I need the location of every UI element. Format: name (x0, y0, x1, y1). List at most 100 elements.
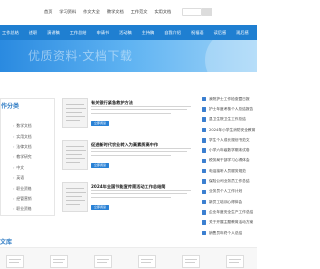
category-item[interactable]: 主持稿 (137, 30, 160, 36)
category-list-label: 职业资格 (16, 206, 32, 212)
article-card[interactable]: 有关银行紧急救护方法 立即阅读 (58, 94, 198, 132)
article-card[interactable]: 2024年全国节能宣传周活动工作总结简 立即阅读 (58, 178, 198, 216)
document-icon (202, 210, 206, 215)
document-title: 我院护士工作检查暨日报 (209, 96, 250, 101)
document-title: 销售员年终个人总结 (209, 230, 243, 235)
nav-item-home[interactable]: 首页 (44, 9, 52, 15)
document-list-item[interactable]: 我院护士工作检查暨日报 (198, 94, 257, 104)
document-list-item[interactable]: 企业年度安全生产工作总结 (198, 207, 257, 217)
category-list-label: 教学研究 (16, 154, 32, 160)
document-list-item[interactable]: 小学六年级数学期末试卷 (198, 145, 257, 155)
document-list-item[interactable]: 新员工培训心得体会 (198, 197, 257, 207)
document-icon (202, 199, 206, 205)
chevron-right-icon: › (13, 134, 15, 139)
category-list-label: 法律文档 (16, 143, 32, 149)
search-button[interactable] (202, 8, 213, 16)
document-icon (202, 168, 206, 174)
document-list-item[interactable]: 护士年度考核个人总结报告 (198, 104, 257, 114)
document-list-item[interactable]: 县卫生院卫生工作总结 (198, 115, 257, 125)
chevron-right-icon: › (13, 124, 15, 129)
chevron-right-icon: › (13, 144, 15, 149)
document-thumbnail[interactable] (226, 255, 244, 268)
category-list-item[interactable]: › 英语 (13, 173, 53, 183)
chevron-right-icon: › (13, 186, 15, 191)
document-thumbnail[interactable] (94, 255, 112, 268)
document-icon (202, 127, 206, 133)
document-list-item[interactable]: 税务局干部学习心得体会 (198, 156, 257, 166)
document-icon (202, 230, 206, 236)
nav-item-practical[interactable]: 实用文档 (154, 9, 171, 15)
category-item[interactable]: 读后感 (209, 30, 232, 36)
document-list-item[interactable]: 保险公司业务员工作总结 (198, 176, 257, 186)
chevron-right-icon: › (13, 196, 15, 201)
chevron-right-icon: › (13, 207, 15, 212)
top-navigation: 首页 学习资料 作文大全 教学文档 工作范文 实用文档 (0, 0, 257, 24)
article-thumbnail (62, 140, 88, 170)
nav-item-teaching[interactable]: 教学文档 (107, 9, 124, 15)
category-panel-title: 作分类 (1, 103, 20, 110)
category-item[interactable]: 工作总结 (65, 30, 92, 36)
category-item[interactable]: 观后感 (231, 30, 254, 36)
document-icon (202, 179, 206, 184)
document-list-item[interactable]: 电话接听人员服务规范 (198, 166, 257, 176)
document-list-item[interactable]: 2024年小学生消防安全教育 (198, 125, 257, 135)
category-list-label: 中文 (16, 164, 24, 170)
document-title: 新员工培训心得体会 (209, 199, 243, 204)
document-list-item[interactable]: 销售员年终个人总结 (198, 228, 257, 238)
library-thumbnails (0, 247, 257, 269)
document-thumbnail[interactable] (6, 255, 24, 268)
article-summary (91, 148, 195, 160)
category-bar: 工作总结 述职 演讲稿 工作总结 申请书 活动稿 主持稿 自我介绍 祝福语 读后… (0, 25, 257, 40)
document-title: 学生个人成长规划书范文 (209, 137, 250, 142)
category-item[interactable]: 自我介绍 (159, 30, 186, 36)
category-list-label: 职业资格 (16, 185, 32, 191)
nav-item-work[interactable]: 工作范文 (131, 9, 148, 15)
category-list-item[interactable]: › 教学研究 (13, 152, 53, 162)
document-title: 护士年度考核个人总结报告 (209, 106, 254, 111)
category-list-item[interactable]: › 职业资格 (13, 183, 53, 193)
document-title: 小学六年级数学期末试卷 (209, 148, 250, 153)
category-list-item[interactable]: › 中文 (13, 163, 53, 173)
nav-item-essays[interactable]: 作文大全 (83, 9, 100, 15)
chevron-right-icon: › (13, 176, 15, 181)
category-item[interactable]: 述职 (24, 30, 42, 36)
category-item[interactable]: 活动稿 (114, 30, 137, 36)
chevron-right-icon: › (13, 165, 15, 170)
read-now-button[interactable]: 立即阅读 (91, 121, 109, 126)
category-list-label: 数学文档 (16, 123, 32, 129)
document-icon (202, 158, 206, 164)
article-card[interactable]: 促进新时代农业转入为高素质高中作 立即阅读 (58, 136, 198, 174)
article-list: 有关银行紧急救护方法 立即阅读 促进新时代农业转入为高素质高中作 立即阅读 20… (58, 94, 198, 219)
read-now-button[interactable]: 立即阅读 (91, 163, 109, 168)
search-input[interactable] (182, 8, 203, 16)
document-list-item[interactable]: 学生个人成长规划书范文 (198, 135, 257, 145)
chevron-right-icon: › (13, 155, 15, 160)
article-thumbnail (62, 182, 88, 212)
document-title: 业务员个人工作计划 (209, 189, 243, 194)
category-list-item[interactable]: › 法律文档 (13, 142, 53, 152)
document-title: 税务局干部学习心得体会 (209, 158, 250, 163)
hero-banner: 优质资料·文档下载 (0, 40, 257, 72)
category-list-item[interactable]: › 经管营销 (13, 194, 53, 204)
article-summary (91, 106, 195, 118)
category-item[interactable]: 工作总结 (0, 30, 24, 36)
category-item[interactable]: 演讲稿 (42, 30, 65, 36)
category-list-item[interactable]: › 实用文档 (13, 131, 53, 141)
category-list-item[interactable]: › 职业资格 (13, 204, 53, 214)
document-list-item[interactable]: 业务员个人工作计划 (198, 187, 257, 197)
document-thumbnail[interactable] (50, 255, 68, 268)
document-title: 2024年小学生消防安全教育 (209, 127, 256, 132)
document-list-item[interactable]: 关于开展主题教育活动方案 (198, 218, 257, 228)
document-icon (202, 148, 206, 153)
article-summary (91, 190, 195, 202)
read-now-button[interactable]: 立即阅读 (91, 205, 109, 210)
category-list-item[interactable]: › 数学文档 (13, 121, 53, 131)
document-thumbnail[interactable] (138, 255, 156, 268)
nav-item-study[interactable]: 学习资料 (59, 9, 76, 15)
category-item[interactable]: 祝福语 (186, 30, 209, 36)
category-item[interactable]: 申请书 (92, 30, 115, 36)
document-icon (202, 107, 206, 112)
document-icon (202, 117, 206, 122)
document-title: 企业年度安全生产工作总结 (209, 209, 254, 214)
document-thumbnail[interactable] (182, 255, 200, 268)
